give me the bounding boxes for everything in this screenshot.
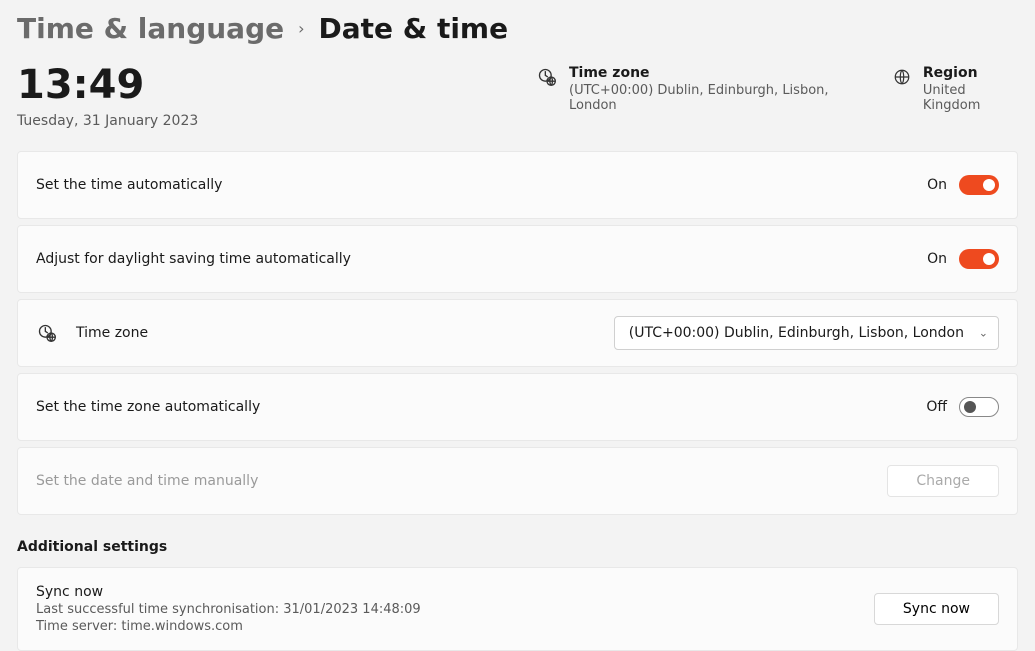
chevron-right-icon: › <box>298 19 304 38</box>
row-set-tz-auto: Set the time zone automatically Off <box>17 373 1018 441</box>
timezone-select-value: (UTC+00:00) Dublin, Edinburgh, Lisbon, L… <box>629 325 964 341</box>
sync-last: Last successful time synchronisation: 31… <box>36 602 874 617</box>
hero-region-value: United Kingdom <box>923 83 1018 113</box>
row-set-time-auto-state: On <box>927 177 947 193</box>
row-set-tz-auto-toggle[interactable] <box>959 397 999 417</box>
row-sync-now: Sync now Last successful time synchronis… <box>17 567 1018 651</box>
hero-timezone-value: (UTC+00:00) Dublin, Edinburgh, Lisbon, L… <box>569 83 853 113</box>
sync-server: Time server: time.windows.com <box>36 619 874 634</box>
sync-title: Sync now <box>36 584 874 600</box>
row-set-tz-auto-state: Off <box>926 399 947 415</box>
row-set-time-auto-toggle[interactable] <box>959 175 999 195</box>
row-set-tz-auto-label: Set the time zone automatically <box>36 399 926 415</box>
hero-timezone-title: Time zone <box>569 65 853 81</box>
change-button[interactable]: Change <box>887 465 999 497</box>
clock-date: Tuesday, 31 January 2023 <box>17 113 537 129</box>
row-manual-label: Set the date and time manually <box>36 473 887 489</box>
clock-globe-icon <box>36 322 58 344</box>
row-set-time-auto: Set the time automatically On <box>17 151 1018 219</box>
breadcrumb: Time & language › Date & time <box>17 12 1018 45</box>
clock-time: 13:49 <box>17 65 537 105</box>
hero-region[interactable]: Region United Kingdom <box>893 65 1018 113</box>
row-dst-state: On <box>927 251 947 267</box>
breadcrumb-parent[interactable]: Time & language <box>17 12 284 45</box>
row-timezone-label: Time zone <box>76 325 614 341</box>
clock-block: 13:49 Tuesday, 31 January 2023 <box>17 65 537 129</box>
hero-region-title: Region <box>923 65 1018 81</box>
chevron-down-icon: ⌄ <box>979 327 988 340</box>
sync-now-button[interactable]: Sync now <box>874 593 999 625</box>
additional-settings-heading: Additional settings <box>17 539 1018 555</box>
timezone-select[interactable]: (UTC+00:00) Dublin, Edinburgh, Lisbon, L… <box>614 316 999 350</box>
row-dst-toggle[interactable] <box>959 249 999 269</box>
row-set-time-auto-label: Set the time automatically <box>36 177 927 193</box>
globe-icon <box>893 67 911 87</box>
hero-row: 13:49 Tuesday, 31 January 2023 Time zone… <box>17 65 1018 129</box>
row-manual: Set the date and time manually Change <box>17 447 1018 515</box>
row-dst: Adjust for daylight saving time automati… <box>17 225 1018 293</box>
page-title: Date & time <box>319 12 509 45</box>
row-timezone: Time zone (UTC+00:00) Dublin, Edinburgh,… <box>17 299 1018 367</box>
clock-globe-icon <box>537 67 557 87</box>
row-dst-label: Adjust for daylight saving time automati… <box>36 251 927 267</box>
hero-timezone[interactable]: Time zone (UTC+00:00) Dublin, Edinburgh,… <box>537 65 853 113</box>
